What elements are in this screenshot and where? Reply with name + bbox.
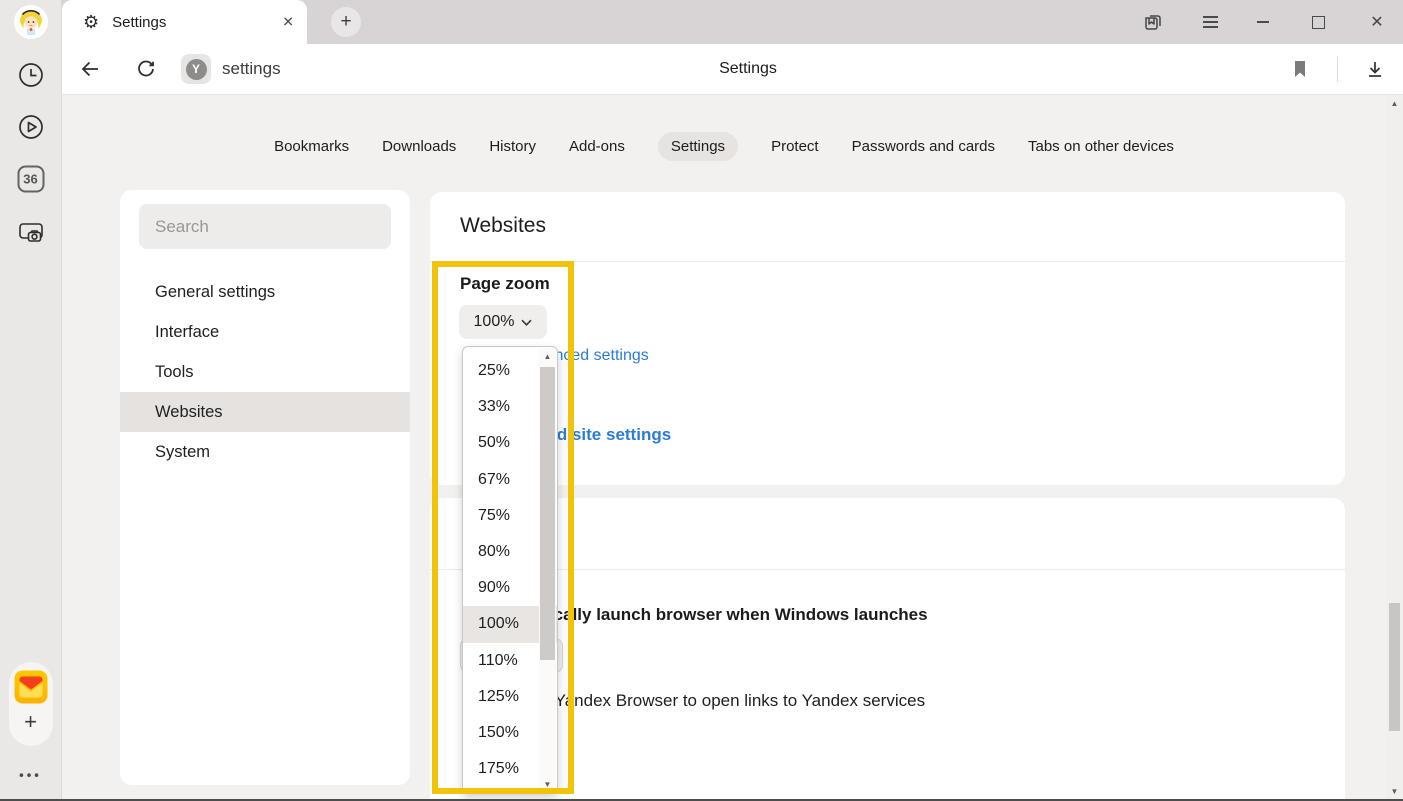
browser-window: 36 + ••• ⚙ <box>0 0 1403 801</box>
tab-count: 36 <box>23 172 37 187</box>
dropdown-scrollbar[interactable]: ▲ ▼ <box>539 348 556 792</box>
site-badge[interactable]: Y <box>181 54 211 84</box>
zoom-option-90[interactable]: 90% <box>463 570 540 606</box>
url-text[interactable]: settings <box>222 59 281 79</box>
rail-more-button[interactable]: ••• <box>19 768 42 783</box>
page-scroll-up-icon[interactable]: ▲ <box>1386 95 1403 111</box>
player-icon[interactable] <box>17 113 45 141</box>
tab-counter-badge[interactable]: 36 <box>17 166 44 193</box>
gear-icon: ⚙ <box>83 13 99 31</box>
page-scrollbar[interactable]: ▲ ▼ <box>1386 95 1403 799</box>
settings-nav-tabs: Bookmarks Downloads History Add-ons Sett… <box>62 128 1386 164</box>
new-tab-button[interactable]: + <box>331 7 361 37</box>
zoom-option-150[interactable]: 150% <box>463 715 540 751</box>
sidebar-item-websites[interactable]: Websites <box>120 392 410 432</box>
page-zoom-label: Page zoom <box>460 274 550 294</box>
tab-close-icon[interactable]: ✕ <box>282 14 294 31</box>
profile-avatar[interactable] <box>14 5 48 39</box>
tab-title: Settings <box>112 14 166 31</box>
nav-tab-history[interactable]: History <box>489 132 536 161</box>
left-rail: 36 + ••• <box>0 0 62 801</box>
refresh-button[interactable] <box>136 59 156 79</box>
download-icon[interactable] <box>1365 59 1385 79</box>
minimize-button[interactable] <box>1243 0 1283 44</box>
divider <box>430 569 1345 570</box>
browser-tab-settings[interactable]: ⚙ Settings ✕ <box>62 0 307 44</box>
history-icon[interactable] <box>17 61 45 89</box>
nav-tab-passwords[interactable]: Passwords and cards <box>852 132 995 161</box>
side-panel-icon[interactable] <box>1133 0 1173 44</box>
tab-bar: ⚙ Settings ✕ + ✕ <box>62 0 1403 44</box>
address-toolbar: Y settings Settings <box>62 44 1403 95</box>
nav-tab-addons[interactable]: Add-ons <box>569 132 625 161</box>
chevron-down-icon <box>521 319 532 326</box>
dropdown-scroll-thumb[interactable] <box>540 367 555 660</box>
toolbar-separator <box>1337 57 1338 82</box>
zoom-option-33[interactable]: 33% <box>463 389 540 425</box>
nav-tab-settings[interactable]: Settings <box>658 132 738 161</box>
settings-section-list: General settings Interface Tools Website… <box>120 272 410 472</box>
page-zoom-dropdown: 25% 33% 50% 67% 75% 80% 90% 100% 110% 12… <box>462 346 558 794</box>
nav-tab-downloads[interactable]: Downloads <box>382 132 456 161</box>
zoom-option-75[interactable]: 75% <box>463 498 540 534</box>
bookmark-icon[interactable] <box>1291 59 1309 79</box>
page-zoom-value: 100% <box>474 313 515 331</box>
screenshot-icon[interactable] <box>16 218 46 246</box>
settings-side-panel: General settings Interface Tools Website… <box>120 190 410 785</box>
zoom-option-125[interactable]: 125% <box>463 679 540 715</box>
sidebar-item-system[interactable]: System <box>120 432 410 472</box>
window-close-button[interactable]: ✕ <box>1357 0 1397 44</box>
scroll-down-icon[interactable]: ▼ <box>539 776 556 792</box>
zoom-option-25[interactable]: 25% <box>463 353 540 389</box>
zoom-options-list: 25% 33% 50% 67% 75% 80% 90% 100% 110% 12… <box>463 353 540 787</box>
search-input[interactable] <box>139 204 391 249</box>
nav-tab-other-devices[interactable]: Tabs on other devices <box>1028 132 1174 161</box>
nav-tab-protect[interactable]: Protect <box>771 132 819 161</box>
zoom-option-80[interactable]: 80% <box>463 534 540 570</box>
sidebar-item-tools[interactable]: Tools <box>120 352 410 392</box>
sidebar-item-interface[interactable]: Interface <box>120 312 410 352</box>
nav-tab-bookmarks[interactable]: Bookmarks <box>274 132 349 161</box>
menu-icon[interactable] <box>1190 0 1230 44</box>
page-scroll-thumb[interactable] <box>1389 603 1400 731</box>
avatar <box>14 5 48 39</box>
yandex-y-icon: Y <box>186 59 207 80</box>
zoom-option-175[interactable]: 175% <box>463 751 540 787</box>
websites-section-card: Websites Page zoom 100% Advanced setting… <box>430 192 1345 485</box>
open-links-label: Use Yandex Browser to open links to Yand… <box>520 691 925 711</box>
section-title: Websites <box>460 214 546 238</box>
page-scroll-down-icon[interactable]: ▼ <box>1386 783 1403 799</box>
toolbar-page-title: Settings <box>598 60 898 78</box>
maximize-button[interactable] <box>1298 0 1338 44</box>
yandex-mail-icon[interactable] <box>14 671 47 704</box>
scroll-up-icon[interactable]: ▲ <box>539 348 556 364</box>
sidebar-item-general[interactable]: General settings <box>120 272 410 312</box>
back-button[interactable] <box>79 59 101 79</box>
zoom-option-50[interactable]: 50% <box>463 425 540 461</box>
system-section-card: Automatically launch browser when Window… <box>430 498 1345 801</box>
zoom-option-110[interactable]: 110% <box>463 643 540 679</box>
page-zoom-select[interactable]: 100% <box>459 305 547 339</box>
add-app-button[interactable]: + <box>17 708 45 736</box>
divider <box>430 261 1345 262</box>
zoom-option-67[interactable]: 67% <box>463 462 540 498</box>
